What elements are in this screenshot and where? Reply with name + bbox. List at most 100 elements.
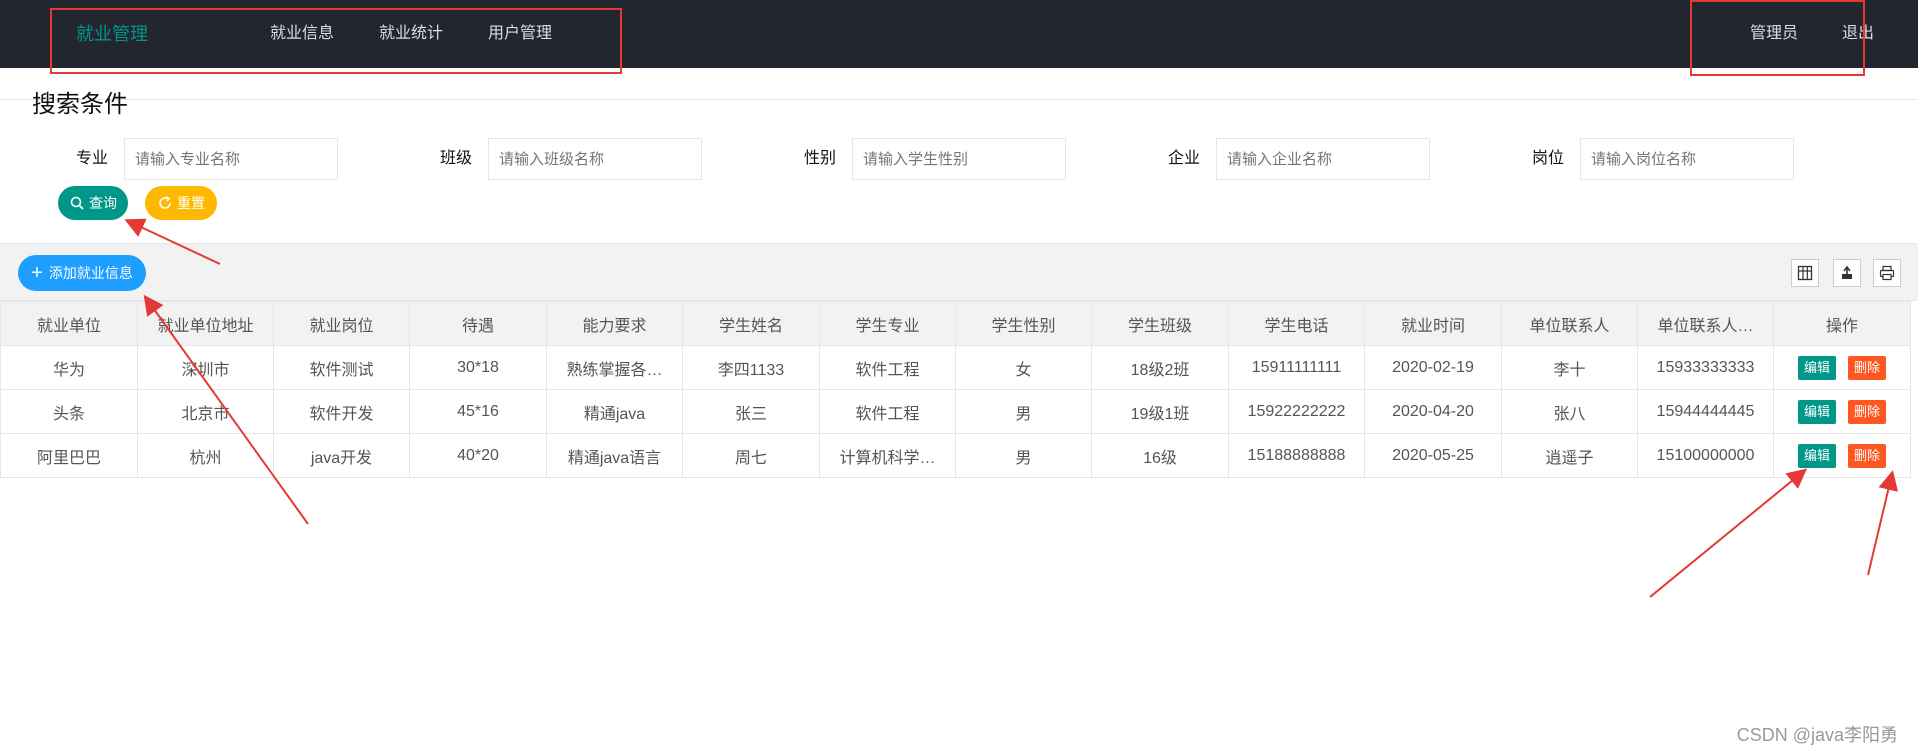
table-cell: 软件工程 [819,389,956,434]
print-icon[interactable] [1873,259,1901,287]
table-cell: 北京市 [137,389,274,434]
column-header[interactable]: 就业单位 [0,301,138,346]
query-button-label: 查询 [89,195,117,211]
table-cell: 15100000000 [1637,433,1774,478]
watermark: CSDN @java李阳勇 [1736,725,1898,745]
export-icon[interactable] [1833,259,1861,287]
table-cell: 18级2班 [1091,345,1229,390]
major-input[interactable] [124,138,338,180]
table-cell: 15188888888 [1228,433,1365,478]
table-cell: 2020-04-20 [1364,389,1502,434]
table-cell: 19级1班 [1091,389,1229,434]
table-cell: 阿里巴巴 [0,433,138,478]
user-menu[interactable]: 管理员 [1750,0,1798,68]
table-cell: 熟练掌握各… [546,345,683,390]
actions-cell: 编辑 删除 [1773,433,1911,478]
table-cell: 头条 [0,389,138,434]
nav-item-employment-info[interactable]: 就业信息 [270,0,334,68]
table-cell: 女 [955,345,1092,390]
table-cell: 张三 [682,389,820,434]
employment-table: 就业单位 就业单位地址 就业岗位 待遇 能力要求 学生姓名 学生专业 学生性别 … [0,301,1911,478]
table-row: 头条 北京市 软件开发 45*16 精通java 张三 软件工程 男 19级1班… [0,389,1911,434]
table-header-row: 就业单位 就业单位地址 就业岗位 待遇 能力要求 学生姓名 学生专业 学生性别 … [0,301,1911,346]
table-cell: 30*18 [409,345,547,390]
table-cell: 45*16 [409,389,547,434]
table-cell: 周七 [682,433,820,478]
reset-button-label: 重置 [177,195,205,211]
actions-cell: 编辑 删除 [1773,389,1911,434]
columns-icon[interactable] [1791,259,1819,287]
column-header[interactable]: 能力要求 [546,301,683,346]
table-cell: 李十 [1501,345,1638,390]
company-input[interactable] [1216,138,1430,180]
table-cell: 李四1133 [682,345,820,390]
table-cell: 15911111111 [1228,345,1365,390]
query-button[interactable]: 查询 [58,186,128,220]
gender-input[interactable] [852,138,1066,180]
column-header[interactable]: 学生专业 [819,301,956,346]
edit-button[interactable]: 编辑 [1797,443,1836,468]
table-cell: 16级 [1091,433,1229,478]
table-cell: 深圳市 [137,345,274,390]
table-cell: 张八 [1501,389,1638,434]
table-cell: java开发 [273,433,410,478]
table-cell: 15944444445 [1637,389,1774,434]
top-header: 就业管理 就业信息 就业统计 用户管理 管理员 退出 [0,0,1918,68]
logout-link[interactable]: 退出 [1842,0,1874,68]
column-header[interactable]: 就业时间 [1364,301,1502,346]
table-cell: 15922222222 [1228,389,1365,434]
add-button-label: 添加就业信息 [48,265,133,281]
edit-button[interactable]: 编辑 [1797,355,1836,380]
column-header[interactable]: 待遇 [409,301,547,346]
add-employment-button[interactable]: + 添加就业信息 [18,255,146,291]
column-header[interactable]: 学生性别 [955,301,1092,346]
table-cell: 男 [955,433,1092,478]
column-header[interactable]: 学生班级 [1091,301,1229,346]
column-header[interactable]: 就业单位地址 [137,301,274,346]
column-header[interactable]: 学生电话 [1228,301,1365,346]
table-cell: 精通java语言 [546,433,683,478]
class-input[interactable] [488,138,702,180]
column-header[interactable]: 学生姓名 [682,301,820,346]
major-label: 专业 [75,150,108,167]
delete-button[interactable]: 删除 [1848,399,1887,424]
table-row: 阿里巴巴 杭州 java开发 40*20 精通java语言 周七 计算机科学… … [0,433,1911,478]
nav-item-employment-stats[interactable]: 就业统计 [379,0,443,68]
edit-button[interactable]: 编辑 [1797,399,1836,424]
table-cell: 软件开发 [273,389,410,434]
table-cell: 精通java [546,389,683,434]
table-cell: 15933333333 [1637,345,1774,390]
company-label: 企业 [1167,150,1200,167]
position-input[interactable] [1580,138,1794,180]
arrow-to-delete [1867,470,1899,576]
column-header[interactable]: 就业岗位 [273,301,410,346]
refresh-icon [159,196,171,209]
table-cell: 华为 [0,345,138,390]
arrow-to-edit [1649,468,1808,598]
search-section-title: 搜索条件 [32,91,128,118]
position-label: 岗位 [1531,150,1564,167]
table-cell: 计算机科学… [819,433,956,478]
plus-icon: + [31,262,43,284]
gender-label: 性别 [803,150,836,167]
reset-button[interactable]: 重置 [145,186,217,220]
table-row: 华为 深圳市 软件测试 30*18 熟练掌握各… 李四1133 软件工程 女 1… [0,345,1911,390]
table-cell: 40*20 [409,433,547,478]
nav-item-user-management[interactable]: 用户管理 [488,0,552,68]
delete-button[interactable]: 删除 [1848,355,1887,380]
column-header: 操作 [1773,301,1911,346]
table-cell: 2020-02-19 [1364,345,1502,390]
search-icon [70,196,84,210]
class-label: 班级 [439,150,472,167]
actions-cell: 编辑 删除 [1773,345,1911,390]
divider [0,99,1918,100]
table-cell: 软件工程 [819,345,956,390]
delete-button[interactable]: 删除 [1848,443,1887,468]
column-header[interactable]: 单位联系人 [1501,301,1638,346]
brand-title[interactable]: 就业管理 [76,0,148,68]
table-toolbar: + 添加就业信息 [0,243,1918,301]
table-cell: 逍遥子 [1501,433,1638,478]
table-cell: 软件测试 [273,345,410,390]
column-header[interactable]: 单位联系人… [1637,301,1774,346]
table-cell: 杭州 [137,433,274,478]
